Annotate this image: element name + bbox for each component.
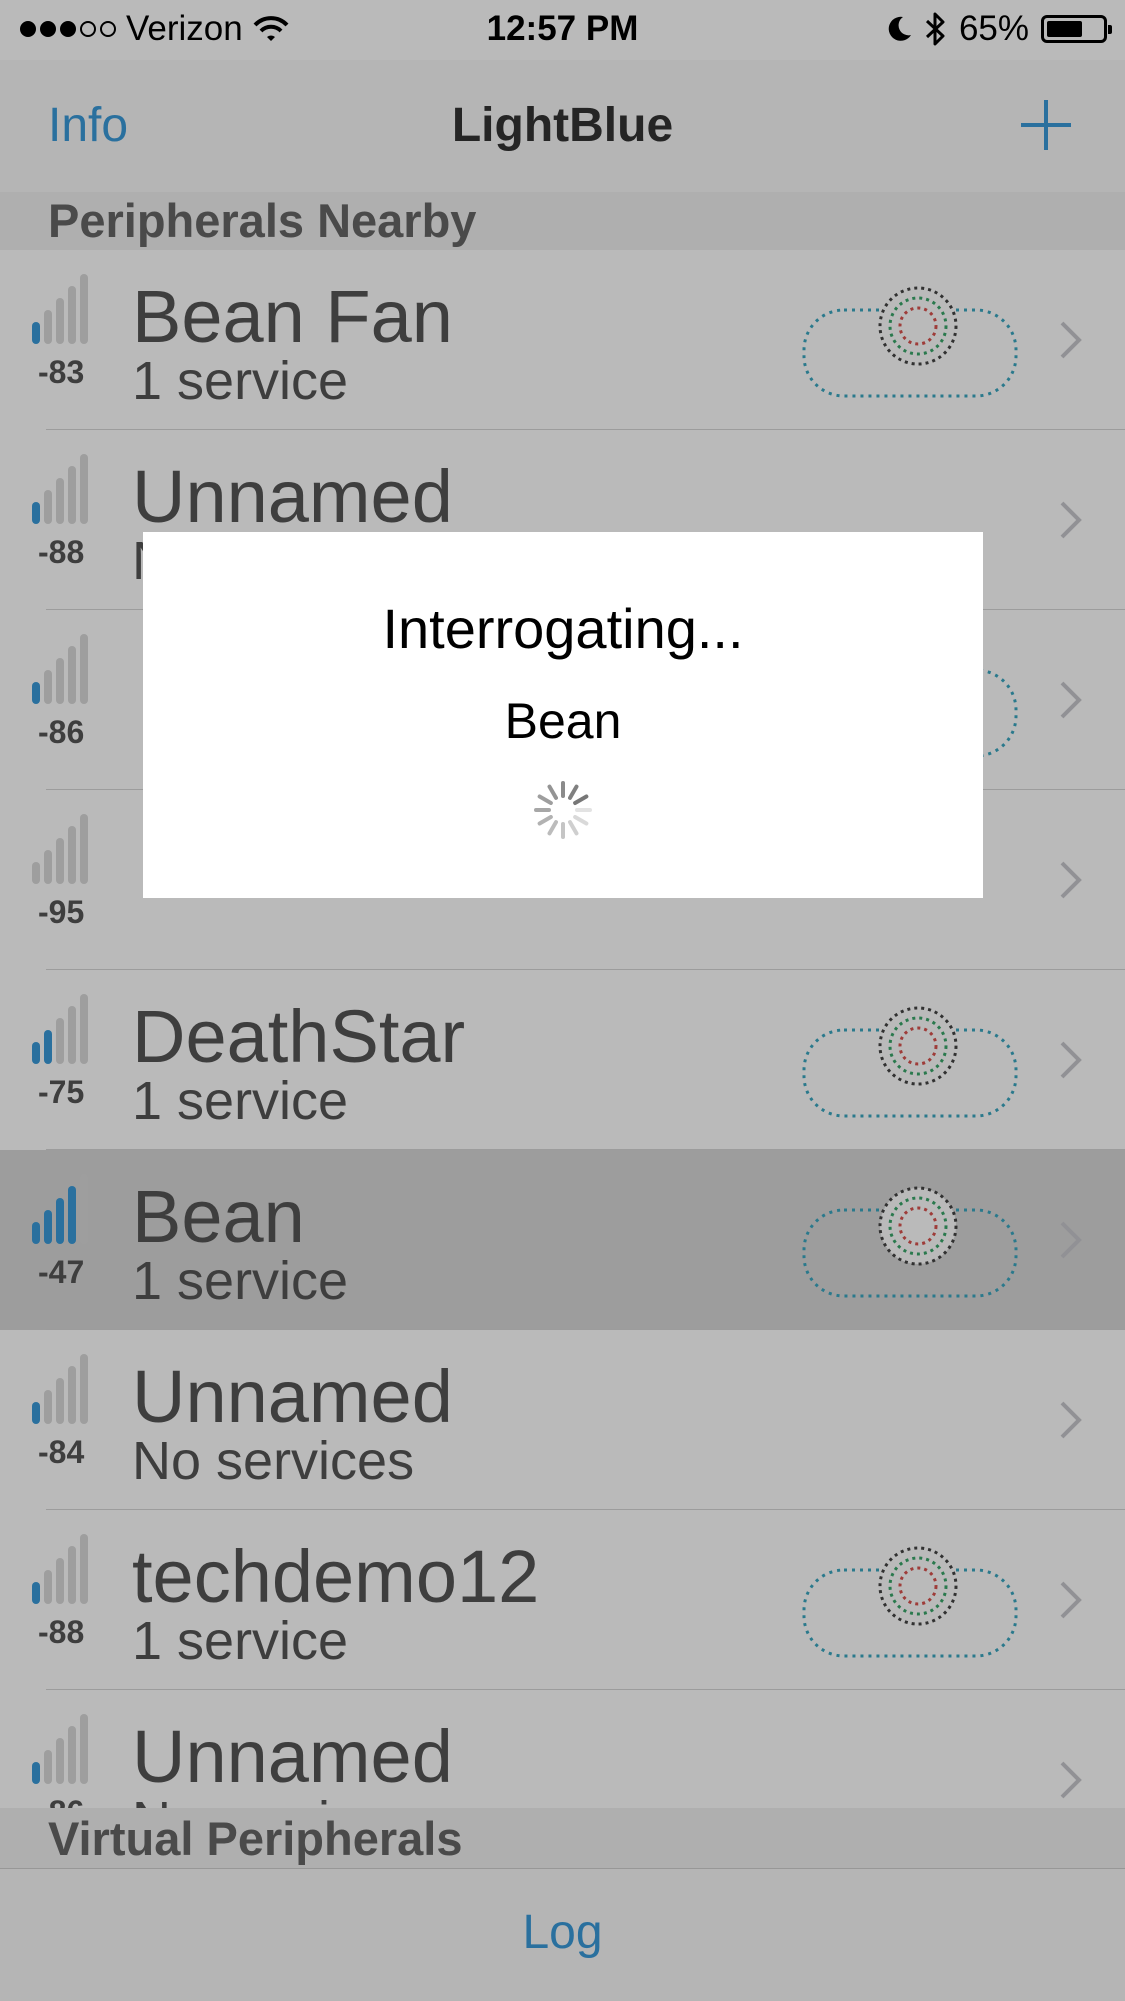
spinner-tick [568,784,579,800]
spinner-tick [573,794,589,805]
modal-overlay [0,0,1125,2001]
spinner-tick [547,784,558,800]
spinner-tick [547,820,558,836]
spinner-icon [534,781,592,839]
screen: Verizon 12:57 PM 65% Info LightBlue -83 … [0,0,1125,2001]
alert-title: Interrogating... [382,597,744,660]
alert-message: Bean [504,693,622,749]
spinner-tick [568,820,579,836]
interrogating-alert: Interrogating... Bean [143,532,983,898]
spinner-tick [573,815,589,826]
spinner-tick [537,794,553,805]
spinner-tick [537,815,553,826]
